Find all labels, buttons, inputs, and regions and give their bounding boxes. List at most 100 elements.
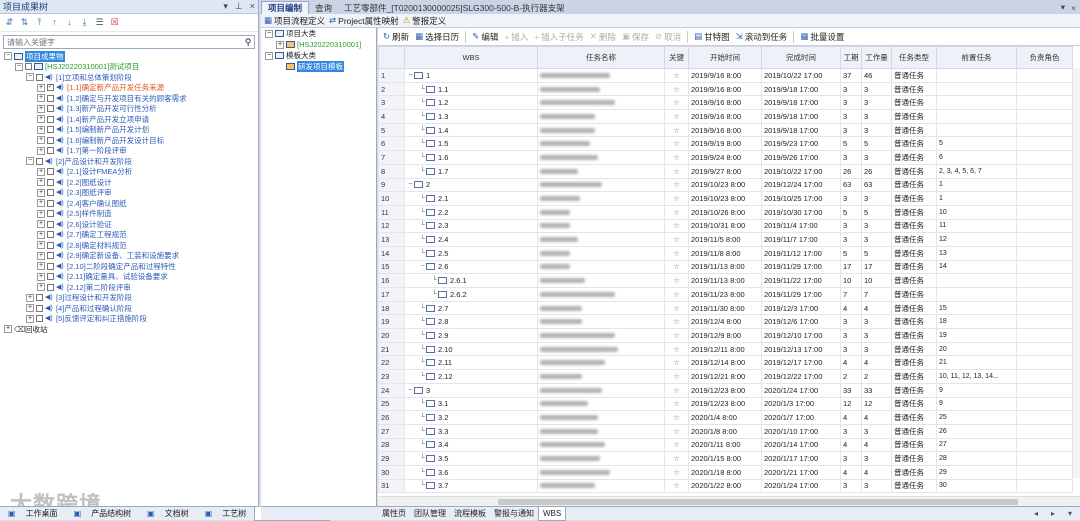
search-icon[interactable]: ⚲ (242, 37, 254, 48)
table-row[interactable]: 8 └ 1.7 ☆ 2019/9/27 8:00 2019/10/22 17:00 26 26… (378, 163, 1073, 179)
end-time[interactable]: 2019/12/24 17:00 (761, 177, 841, 193)
end-time[interactable]: 2019/12/22 17:00 (761, 369, 841, 384)
task-name-cell[interactable] (537, 177, 665, 193)
start-time[interactable]: 2019/10/26 8:00 (688, 204, 762, 220)
predecessors[interactable]: 28 (936, 451, 1017, 466)
table-row[interactable]: 7 └ 1.6 ☆ 2019/9/24 8:00 2019/9/26 17:00 3 3 普通任… (378, 150, 1073, 165)
wbs-cell[interactable]: └ 2.4 (404, 232, 538, 247)
task-name-cell[interactable] (537, 218, 665, 234)
wbs-cell[interactable]: └ 1.7 (404, 163, 538, 179)
checkbox[interactable] (47, 115, 54, 123)
end-time[interactable]: 2019/11/7 17:00 (761, 232, 841, 247)
task-type[interactable]: 普通任务 (891, 355, 937, 371)
predecessors[interactable]: 29 (936, 464, 1017, 480)
wbs-cell[interactable]: └ 3.5 (404, 451, 538, 466)
duration[interactable]: 3 (840, 232, 862, 247)
column-header[interactable]: 任务类型 (891, 46, 937, 69)
refresh-button[interactable]: ↻ 刷新 (381, 31, 411, 43)
task-type[interactable]: 普通任务 (891, 122, 937, 138)
key-star-icon[interactable]: ☆ (664, 68, 689, 83)
task-name-cell[interactable] (537, 437, 665, 453)
task-name-cell[interactable] (537, 410, 665, 425)
collapse-icon[interactable]: − (4, 52, 12, 61)
wbs-cell[interactable]: └ 2.5 (404, 245, 538, 261)
task-name-cell[interactable] (537, 478, 665, 494)
start-time[interactable]: 2020/1/18 8:00 (688, 464, 762, 480)
table-row[interactable]: 22 └ 2.11 ☆ 2019/12/14 8:00 2019/12/17 17:00 4… (378, 355, 1073, 371)
start-time[interactable]: 2019/11/8 8:00 (688, 245, 762, 261)
tree-node[interactable]: − [HSJ20220310001]测试项目 (0, 62, 258, 73)
workload[interactable]: 3 (861, 341, 892, 357)
tree-node[interactable]: + ◀) [5]反馈评定和纠正措施阶段 (0, 314, 258, 325)
task-name-cell[interactable] (537, 136, 665, 152)
collapse-icon[interactable]: − (419, 263, 426, 270)
table-row[interactable]: 2 └ 1.1 ☆ 2019/9/16 8:00 2019/9/18 17:00 3 3 普通任… (378, 81, 1073, 97)
checkbox[interactable] (36, 294, 43, 302)
table-row[interactable]: 20 └ 2.9 ☆ 2019/12/9 8:00 2019/12/10 17:00 3 3 普… (378, 328, 1073, 343)
task-type[interactable]: 普通任务 (891, 191, 937, 206)
duration[interactable]: 33 (840, 382, 862, 398)
checkbox[interactable] (47, 252, 54, 260)
category-node[interactable]: + [HSJ20220310001] (261, 39, 376, 50)
workload[interactable]: 3 (861, 191, 892, 206)
delete-button[interactable]: ✕ 删除 (588, 31, 618, 43)
task-type[interactable]: 普通任务 (891, 464, 937, 480)
responsible-role[interactable] (1016, 355, 1073, 371)
predecessors[interactable] (936, 273, 1017, 288)
task-type[interactable]: 普通任务 (891, 109, 937, 124)
start-time[interactable]: 2019/9/24 8:00 (688, 150, 762, 165)
end-time[interactable]: 2020/1/14 17:00 (761, 437, 841, 453)
duration[interactable]: 4 (840, 437, 862, 453)
end-time[interactable]: 2019/11/29 17:00 (761, 287, 841, 302)
task-name-cell[interactable] (537, 232, 665, 247)
expand-icon[interactable]: + (37, 188, 45, 197)
end-time[interactable]: 2020/1/24 17:00 (761, 382, 841, 398)
category-node[interactable]: − 模板大类 (261, 50, 376, 61)
tree-node[interactable]: + ◀) [2.12]第二阶段评审 (0, 282, 258, 293)
duration[interactable]: 4 (840, 464, 862, 480)
wbs-cell[interactable]: └ 3.4 (404, 437, 538, 453)
responsible-role[interactable] (1016, 95, 1073, 111)
key-star-icon[interactable]: ☆ (664, 204, 689, 220)
workload[interactable]: 5 (861, 245, 892, 261)
workload[interactable]: 3 (861, 328, 892, 343)
move-bottom-icon[interactable]: ⤓ (79, 17, 90, 28)
expand-icon[interactable]: + (4, 325, 12, 334)
tree-node[interactable]: + ◀) [1.3]新产品开发可行性分析 (0, 104, 258, 115)
task-type[interactable]: 普通任务 (891, 410, 937, 425)
workload[interactable]: 17 (861, 259, 892, 275)
detail-tab-1[interactable]: 属性页 (378, 507, 410, 521)
task-type[interactable]: 普通任务 (891, 136, 937, 152)
start-time[interactable]: 2019/9/16 8:00 (688, 95, 762, 111)
column-header[interactable]: 完成时间 (761, 46, 841, 69)
task-type[interactable]: 普通任务 (891, 423, 937, 439)
table-row[interactable]: 30 └ 3.6 ☆ 2020/1/18 8:00 2020/1/21 17:00 4 4 普通… (378, 464, 1073, 480)
end-time[interactable]: 2019/11/22 17:00 (761, 273, 841, 288)
close-icon[interactable]: × (250, 1, 255, 12)
collapse-icon[interactable]: − (407, 72, 414, 79)
start-time[interactable]: 2020/1/4 8:00 (688, 410, 762, 425)
duration[interactable]: 17 (840, 259, 862, 275)
checkbox[interactable] (47, 210, 54, 218)
key-star-icon[interactable]: ☆ (664, 382, 689, 398)
wbs-cell[interactable]: └ 3.1 (404, 396, 538, 412)
tab-process-part[interactable]: 工艺零部件_[T0200130000025]SLG300-500-B-执行器支架 (338, 1, 571, 14)
task-type[interactable]: 普通任务 (891, 95, 937, 111)
responsible-role[interactable] (1016, 464, 1073, 480)
key-star-icon[interactable]: ☆ (664, 437, 689, 453)
edit-button[interactable]: ✎ 编辑 (470, 31, 500, 43)
start-time[interactable]: 2020/1/22 8:00 (688, 478, 762, 494)
task-name-cell[interactable] (537, 328, 665, 343)
duration[interactable]: 4 (840, 410, 862, 425)
checkbox[interactable] (25, 63, 32, 71)
key-star-icon[interactable]: ☆ (664, 423, 689, 439)
predecessors[interactable]: 25 (936, 410, 1017, 425)
insert-child-button[interactable]: + 插入子任务 (532, 31, 585, 43)
start-time[interactable]: 2019/11/5 8:00 (688, 232, 762, 247)
predecessors[interactable]: 26 (936, 423, 1017, 439)
start-time[interactable]: 2019/10/23 8:00 (688, 191, 762, 206)
predecessors[interactable]: 1 (936, 177, 1017, 193)
scroll-thumb[interactable] (498, 499, 1018, 505)
tree-node[interactable]: + ✓ ◀) [1.1]确定新产品开发任务来源 (0, 83, 258, 94)
expand-icon[interactable]: + (37, 83, 45, 92)
